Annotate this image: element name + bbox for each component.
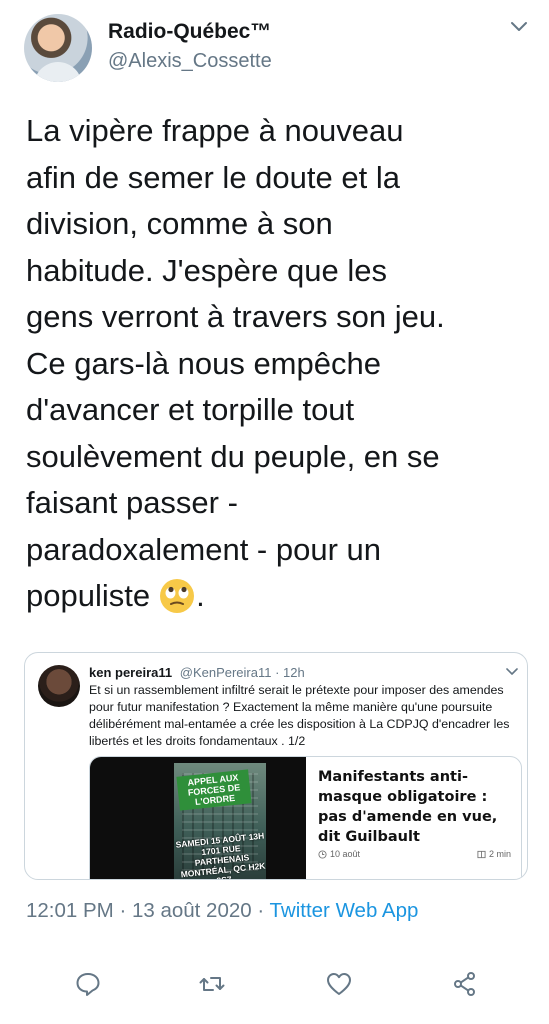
document-icon	[477, 850, 486, 859]
author-avatar[interactable]	[24, 14, 92, 82]
quoted-author-name[interactable]: ken pereira11	[89, 665, 172, 680]
card-image-address: SAMEDI 15 AOÛT 13H 1701 RUE PARTHENAIS M…	[175, 830, 266, 880]
quoted-tweet-text: Et si un rassemblement infiltré serait l…	[89, 683, 510, 748]
author-display-name[interactable]: Radio-Québec™	[108, 20, 271, 44]
quoted-tweet[interactable]: ken pereira11 @KenPereira11 · 12h Et si …	[24, 652, 528, 880]
card-read-time: 2 min	[477, 849, 511, 859]
quoted-author-avatar[interactable]	[38, 665, 80, 707]
link-card-image: APPEL AUX FORCES DE L'ORDRE SAMEDI 15 AO…	[90, 757, 306, 880]
card-read-time-text: 2 min	[488, 849, 511, 859]
tweet-text-tail: populiste	[26, 578, 151, 613]
retweet-icon[interactable]	[198, 970, 226, 998]
link-card[interactable]: APPEL AUX FORCES DE L'ORDRE SAMEDI 15 AO…	[89, 756, 522, 880]
quoted-time[interactable]: 12h	[283, 665, 305, 680]
reply-icon[interactable]	[74, 970, 102, 998]
card-date: 10 août	[318, 849, 360, 859]
tweet-text-end: .	[196, 578, 205, 613]
timestamp-date[interactable]: 12:01 PM · 13 août 2020 ·	[26, 899, 270, 922]
tweet-text: La vipère frappe à nouveau afin de semer…	[26, 113, 445, 567]
link-card-title[interactable]: Manifestants anti-masque obligatoire : p…	[318, 767, 511, 847]
quoted-tweet-header: ken pereira11 @KenPereira11 · 12h	[89, 665, 305, 680]
tweet-detail: Radio-Québec™ @Alexis_Cossette La vipère…	[0, 0, 549, 1024]
link-card-body: Manifestants anti-masque obligatoire : p…	[306, 757, 521, 879]
face-with-rolling-eyes-icon	[158, 577, 196, 615]
tweet-timestamp: 12:01 PM · 13 août 2020 · Twitter Web Ap…	[26, 899, 418, 923]
quoted-author-handle[interactable]: @KenPereira11	[180, 665, 272, 680]
clock-icon	[318, 849, 327, 859]
author-handle[interactable]: @Alexis_Cossette	[108, 50, 272, 73]
share-icon[interactable]	[451, 970, 479, 998]
card-date-text: 10 août	[330, 849, 361, 859]
tweet-actions	[0, 964, 549, 1004]
link-card-meta: 10 août 2 min	[318, 849, 511, 859]
quoted-chevron-down-icon[interactable]	[505, 665, 519, 677]
quoted-separator: ·	[271, 665, 284, 680]
chevron-down-icon[interactable]	[508, 18, 530, 36]
source-app-link[interactable]: Twitter Web App	[270, 899, 419, 922]
heart-icon[interactable]	[325, 970, 353, 998]
tweet-text-last-line: populiste .	[26, 573, 205, 620]
